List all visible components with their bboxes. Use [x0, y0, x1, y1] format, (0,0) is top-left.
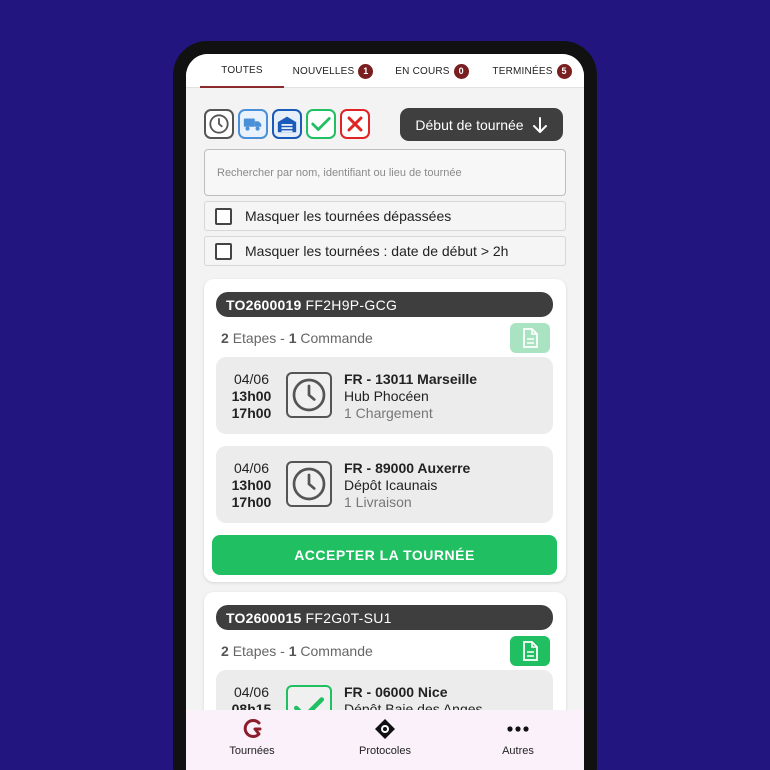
sort-button[interactable]: Début de tournée — [400, 108, 563, 141]
stop-end-time: 17h00 — [231, 405, 272, 421]
check-icon — [311, 117, 331, 131]
hide-start-date-option[interactable]: Masquer les tournées : date de début > 2… — [204, 236, 566, 266]
filter-transit-button[interactable] — [238, 109, 268, 139]
tab-en-cours[interactable]: EN COURS 0 — [392, 54, 472, 88]
tour-card: TO2600019 FF2H9P-GCG 2 Etapes - 1 Comman… — [204, 279, 566, 582]
stop-start-time: 13h00 — [231, 388, 272, 404]
stop-status — [286, 461, 332, 507]
hide-past-tours-option[interactable]: Masquer les tournées dépassées — [204, 201, 566, 231]
document-icon — [523, 641, 538, 661]
stop-city: FR - 89000 Auxerre — [344, 460, 471, 476]
brand-g-icon — [240, 718, 264, 740]
stop-date: 04/06 — [233, 371, 270, 387]
clock-icon — [292, 378, 326, 412]
status-tabs: TOUTES NOUVELLES 1 EN COURS 0 TERMINÉES … — [186, 54, 584, 88]
tour-summary: 2 Etapes - 1 Commande — [221, 643, 373, 659]
stop-place: Hub Phocéen — [344, 388, 429, 404]
nav-label: Autres — [502, 745, 534, 757]
stop-end-time: 17h00 — [231, 494, 272, 510]
clock-icon — [292, 467, 326, 501]
tour-header: TO2600019 FF2H9P-GCG — [216, 292, 553, 317]
warehouse-icon — [277, 116, 297, 133]
steps-count: 2 — [221, 330, 229, 346]
tab-toutes[interactable]: TOUTES — [200, 54, 284, 88]
document-button[interactable] — [510, 323, 550, 353]
stop-action: 1 Livraison — [344, 494, 412, 510]
stop-details: FR - 13011 Marseille Hub Phocéen 1 Charg… — [344, 371, 477, 422]
clock-icon — [209, 114, 229, 134]
arrow-down-icon — [532, 116, 547, 133]
stop-date: 04/06 — [233, 684, 270, 700]
steps-label: Etapes - — [232, 643, 285, 659]
steps-count: 2 — [221, 643, 229, 659]
nav-tournees[interactable]: Tournées — [207, 718, 297, 757]
nav-label: Tournées — [229, 745, 275, 757]
orders-count: 1 — [288, 643, 297, 659]
filter-pending-button[interactable] — [204, 109, 234, 139]
hide-past-checkbox[interactable] — [215, 207, 232, 225]
steps-label: Etapes - — [232, 330, 285, 346]
truck-icon — [243, 118, 262, 131]
filter-depot-button[interactable] — [272, 109, 302, 139]
stop-city: FR - 06000 Nice — [344, 684, 448, 700]
tab-nouvelles[interactable]: NOUVELLES 1 — [290, 54, 376, 88]
orders-label: Commande — [300, 330, 373, 346]
tour-header: TO2600015 FF2G0T-SU1 — [216, 605, 553, 630]
stop-city: FR - 13011 Marseille — [344, 371, 478, 387]
stop-schedule: 04/06 13h00 17h00 — [216, 371, 287, 422]
tour-summary: 2 Etapes - 1 Commande — [221, 330, 373, 346]
stop-item[interactable]: 04/06 13h00 17h00 FR - 13011 Marseille H… — [216, 357, 553, 434]
option-label: Masquer les tournées : date de début > 2… — [245, 243, 509, 259]
tour-code: TO2600015 — [226, 609, 302, 626]
document-icon — [523, 328, 538, 348]
app-screen: TOUTES NOUVELLES 1 EN COURS 0 TERMINÉES … — [186, 54, 584, 770]
count-badge: 5 — [556, 63, 572, 79]
more-dots-icon — [506, 718, 530, 740]
tab-terminees[interactable]: TERMINÉES 5 — [490, 54, 574, 88]
search-input[interactable] — [204, 149, 566, 196]
tab-label: EN COURS — [395, 65, 450, 77]
sort-label: Début de tournée — [415, 116, 524, 133]
accept-tour-button[interactable]: ACCEPTER LA TOURNÉE — [212, 535, 557, 575]
count-badge: 1 — [358, 63, 374, 79]
tab-label: TOUTES — [221, 64, 263, 76]
orders-count: 1 — [288, 330, 297, 346]
stop-date: 04/06 — [233, 460, 270, 476]
nav-label: Protocoles — [359, 745, 411, 757]
protocol-diamond-icon — [374, 718, 396, 740]
hide-start-checkbox[interactable] — [215, 242, 232, 260]
tour-ref: FF2H9P-GCG — [305, 296, 398, 313]
count-badge: 0 — [453, 63, 469, 79]
cross-icon — [347, 116, 363, 132]
stop-details: FR - 89000 Auxerre Dépôt Icaunais 1 Livr… — [344, 460, 470, 511]
stop-action: 1 Chargement — [344, 405, 433, 421]
filter-done-button[interactable] — [306, 109, 336, 139]
stop-start-time: 13h00 — [231, 477, 272, 493]
tour-code: TO2600019 — [226, 296, 302, 313]
bottom-navigation: Tournées Protocoles Autres — [186, 710, 584, 770]
stop-status — [286, 372, 332, 418]
stop-item[interactable]: 04/06 13h00 17h00 FR - 89000 Auxerre Dép… — [216, 446, 553, 523]
tour-ref: FF2G0T-SU1 — [305, 609, 392, 626]
tab-label: TERMINÉES — [492, 65, 553, 77]
stop-schedule: 04/06 13h00 17h00 — [216, 460, 287, 511]
filter-cancelled-button[interactable] — [340, 109, 370, 139]
stop-place: Dépôt Icaunais — [344, 477, 438, 493]
option-label: Masquer les tournées dépassées — [245, 208, 452, 224]
document-button[interactable] — [510, 636, 550, 666]
nav-autres[interactable]: Autres — [473, 718, 563, 757]
orders-label: Commande — [300, 643, 373, 659]
nav-protocoles[interactable]: Protocoles — [340, 718, 430, 757]
tab-label: NOUVELLES — [292, 65, 355, 77]
